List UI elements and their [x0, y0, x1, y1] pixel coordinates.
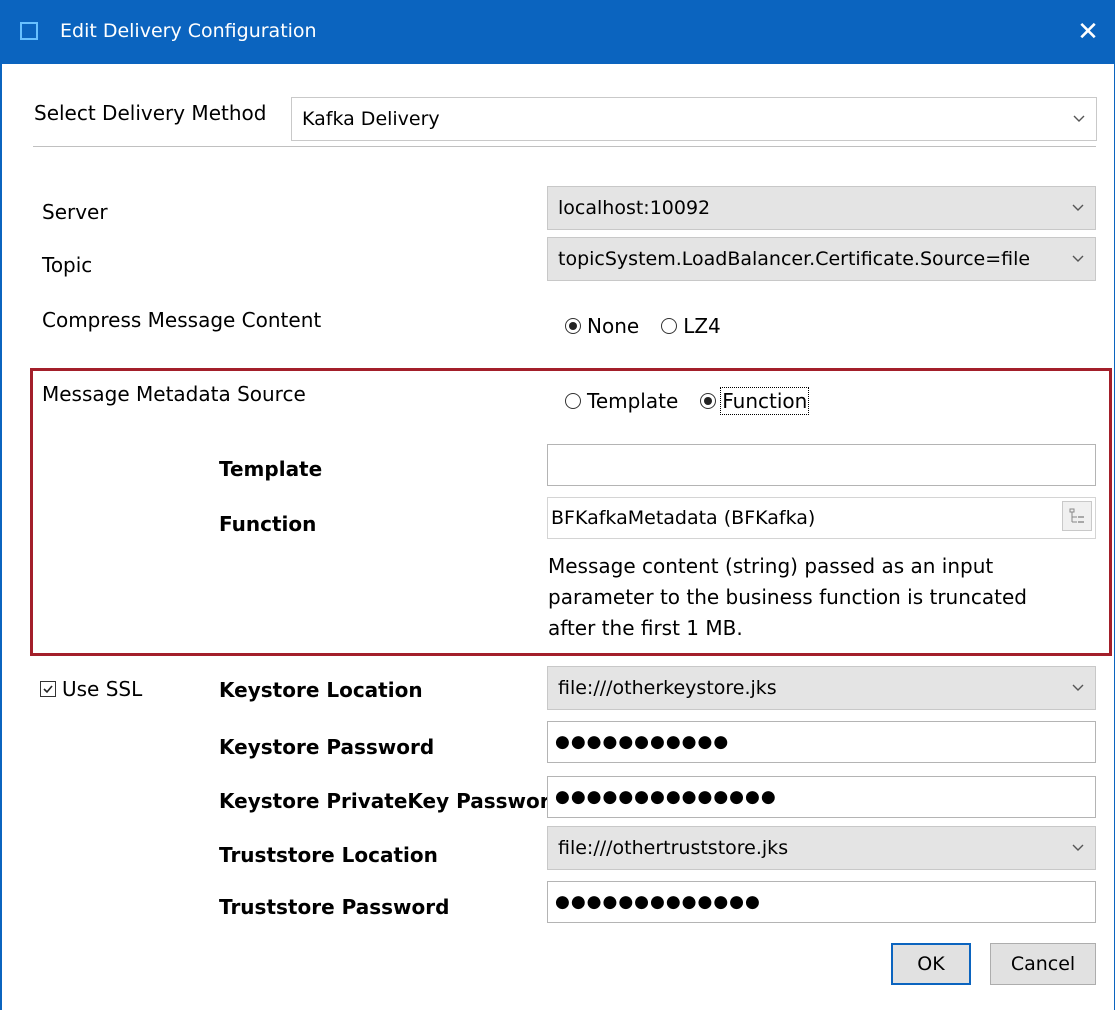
browse-tree-icon[interactable]	[1062, 501, 1092, 531]
function-description: Message content (string) passed as an in…	[548, 554, 1027, 640]
keystore-password-input[interactable]: ●●●●●●●●●●●	[547, 721, 1096, 763]
topic-select[interactable]: topicSystem.LoadBalancer.Certificate.Sou…	[547, 237, 1096, 281]
chevron-down-icon	[1067, 667, 1089, 709]
metadata-template-radio[interactable]	[565, 393, 581, 409]
compress-lz4-radio[interactable]	[661, 318, 678, 334]
use-ssl-checkbox[interactable]: Use SSL	[40, 677, 142, 701]
window-icon	[20, 22, 38, 40]
compress-label: Compress Message Content	[42, 308, 322, 332]
compress-none-label[interactable]: None	[587, 314, 639, 338]
title-bar: Edit Delivery Configuration ✕	[0, 0, 1115, 64]
chevron-down-icon	[1067, 827, 1089, 869]
metadata-source-label: Message Metadata Source	[42, 382, 306, 406]
divider	[33, 146, 1096, 147]
close-button[interactable]: ✕	[1061, 0, 1115, 64]
keystore-location-label: Keystore Location	[219, 678, 423, 702]
function-value: BFKafkaMetadata (BFKafka)	[551, 507, 816, 529]
function-field[interactable]: BFKafkaMetadata (BFKafka)	[547, 497, 1096, 539]
keystore-location-value: file:///otherkeystore.jks	[558, 677, 777, 699]
window-title: Edit Delivery Configuration	[60, 20, 317, 42]
topic-value: topicSystem.LoadBalancer.Certificate.Sou…	[558, 248, 1031, 270]
checkbox-checked-icon[interactable]	[40, 681, 56, 697]
chevron-down-icon	[1067, 187, 1089, 229]
metadata-function-radio[interactable]	[700, 393, 717, 409]
server-label: Server	[42, 200, 108, 224]
delivery-method-value: Kafka Delivery	[302, 108, 440, 130]
truststore-password-input[interactable]: ●●●●●●●●●●●●●	[547, 881, 1096, 923]
server-value: localhost:10092	[558, 197, 711, 219]
metadata-source-options: Template Function	[565, 387, 810, 415]
template-label: Template	[219, 457, 323, 481]
window-border-left	[0, 64, 2, 1010]
compress-lz4-label[interactable]: LZ4	[683, 314, 721, 338]
server-select[interactable]: localhost:10092	[547, 186, 1096, 230]
chevron-down-icon	[1067, 238, 1089, 280]
keystore-privatekey-password-input[interactable]: ●●●●●●●●●●●●●●	[547, 776, 1096, 818]
truststore-location-value: file:///othertruststore.jks	[558, 837, 789, 859]
topic-label: Topic	[42, 253, 93, 277]
function-label: Function	[219, 512, 317, 536]
metadata-template-option-label[interactable]: Template	[587, 389, 678, 413]
cancel-button[interactable]: Cancel	[990, 943, 1096, 985]
truststore-password-label: Truststore Password	[219, 895, 450, 919]
keystore-password-label: Keystore Password	[219, 735, 435, 759]
chevron-down-icon	[1068, 98, 1090, 140]
template-input[interactable]	[547, 444, 1096, 486]
keystore-privatekey-password-label: Keystore PrivateKey Password	[219, 789, 564, 813]
use-ssl-label[interactable]: Use SSL	[62, 677, 142, 701]
compress-options: None LZ4	[565, 314, 721, 338]
truststore-location-select[interactable]: file:///othertruststore.jks	[547, 826, 1096, 870]
delivery-method-select[interactable]: Kafka Delivery	[291, 97, 1097, 141]
truststore-location-label: Truststore Location	[219, 843, 438, 867]
ok-button[interactable]: OK	[891, 943, 971, 985]
metadata-function-option-label[interactable]: Function	[720, 387, 810, 415]
keystore-location-select[interactable]: file:///otherkeystore.jks	[547, 666, 1096, 710]
compress-none-radio[interactable]	[565, 318, 581, 334]
delivery-method-label: Select Delivery Method	[34, 101, 267, 125]
